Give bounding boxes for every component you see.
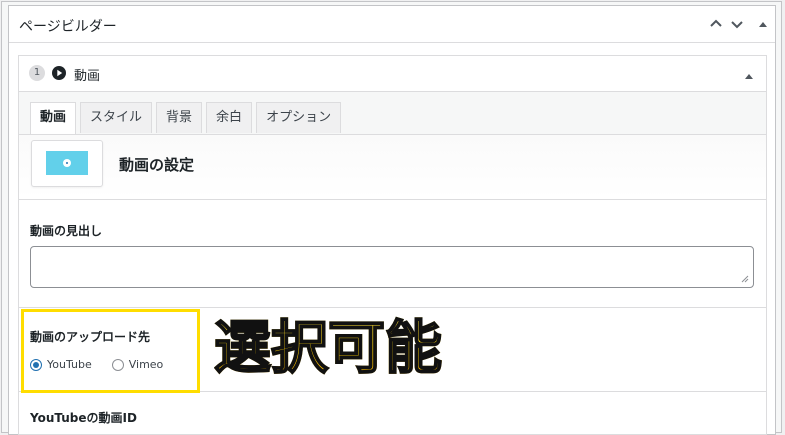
tab-background[interactable]: 背景	[156, 102, 203, 133]
block-number-badge: 1	[29, 65, 45, 81]
settings-header: 動画の設定	[19, 135, 766, 200]
youtube-id-section: YouTubeの動画ID	[19, 392, 766, 432]
tab-bar: 動画 スタイル 背景 余白 オプション	[19, 92, 766, 135]
tab-options[interactable]: オプション	[256, 102, 342, 133]
heading-field-section: 動画の見出し	[19, 200, 766, 308]
heading-label: 動画の見出し	[30, 224, 103, 238]
settings-title: 動画の設定	[119, 156, 195, 174]
block-header[interactable]: 1 動画	[19, 56, 766, 92]
tab-style[interactable]: スタイル	[80, 102, 153, 133]
tab-video[interactable]: 動画	[30, 102, 77, 134]
tab-spacing[interactable]: 余白	[206, 102, 253, 133]
resize-grip-icon[interactable]	[741, 275, 749, 283]
chevron-down-icon[interactable]	[727, 14, 747, 34]
callout-text: 選択可能	[213, 312, 443, 384]
play-circle-icon	[51, 65, 67, 81]
block-title: 動画	[74, 69, 101, 84]
metabox-title: ページビルダー	[19, 19, 117, 35]
chevron-up-icon[interactable]	[706, 14, 726, 34]
triangle-up-icon[interactable]	[753, 14, 773, 34]
youtube-id-label: YouTubeの動画ID	[30, 411, 137, 425]
metabox-header: ページビルダー	[9, 6, 775, 43]
highlight-box	[21, 309, 200, 393]
video-thumbnail-icon	[46, 151, 88, 175]
video-thumbnail	[31, 140, 103, 187]
triangle-up-icon[interactable]	[744, 66, 758, 80]
heading-textarea[interactable]	[30, 246, 754, 288]
